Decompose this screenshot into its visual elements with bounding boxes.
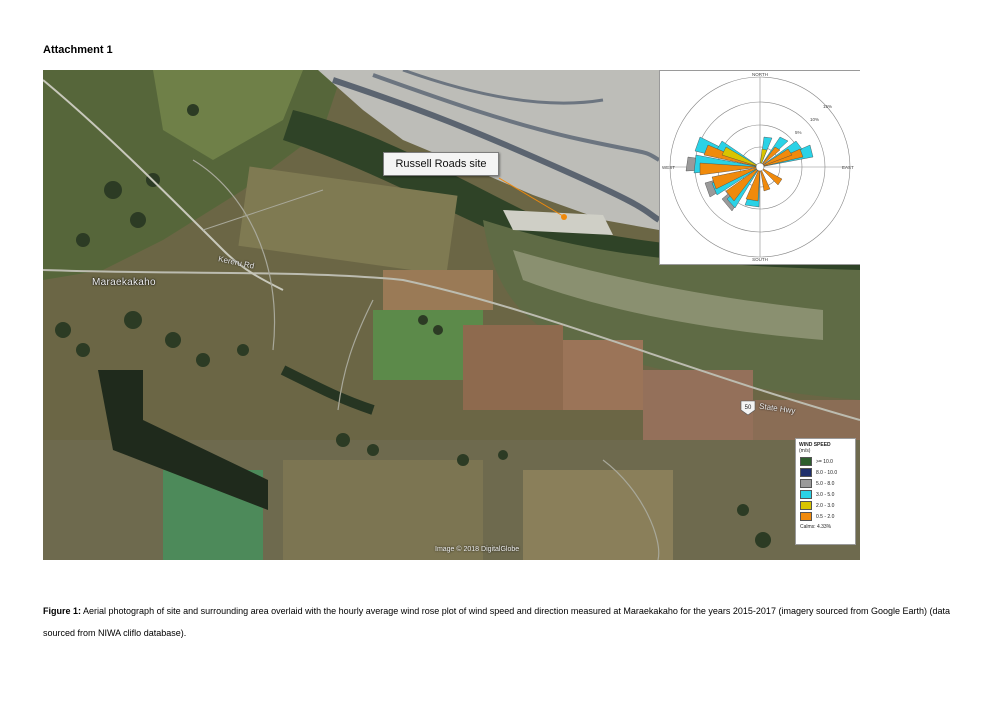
legend-item: 8.0 - 10.0 — [796, 467, 855, 478]
legend-item: 5.0 - 8.0 — [796, 478, 855, 489]
legend-label: 0.5 - 2.0 — [816, 513, 835, 520]
legend-label: >= 10.0 — [816, 458, 833, 465]
wind-rose-plot: NORTH SOUTH EAST WEST 5% 10% 15% — [659, 70, 860, 265]
legend-label: 3.0 - 5.0 — [816, 491, 835, 498]
rose-west-label: WEST — [662, 165, 675, 170]
legend-label: 2.0 - 3.0 — [816, 502, 835, 509]
legend-calms: Calms: 4.33% — [800, 524, 832, 530]
aerial-photograph: 50 Russell Roads site Maraekakaho Kereru… — [43, 70, 860, 560]
legend-swatch — [800, 468, 812, 477]
caption-text: Aerial photograph of site and surroundin… — [43, 606, 951, 638]
image-credit: Image © 2018 DigitalGlobe — [435, 546, 520, 553]
legend-item: >= 10.0 — [796, 456, 855, 467]
legend-swatch — [800, 457, 812, 466]
site-label: Russell Roads site — [383, 152, 499, 176]
figure-caption: Figure 1: Aerial photograph of site and … — [43, 600, 973, 644]
rose-ring-15-label: 15% — [823, 104, 832, 109]
rose-north-label: NORTH — [752, 72, 768, 77]
highway-shield-number: 50 — [745, 405, 752, 411]
legend-label: 5.0 - 8.0 — [816, 480, 835, 487]
legend-item: 0.5 - 2.0 — [796, 511, 855, 522]
legend-item: 3.0 - 5.0 — [796, 489, 855, 500]
legend-swatch — [800, 501, 812, 510]
rose-ring-10-label: 10% — [810, 117, 819, 122]
rose-ring-5-label: 5% — [795, 130, 802, 135]
legend-item: 2.0 - 3.0 — [796, 500, 855, 511]
legend-unit: (m/s) — [799, 448, 811, 454]
legend-swatch — [800, 479, 812, 488]
legend-swatch — [800, 490, 812, 499]
caption-label: Figure 1: — [43, 606, 82, 616]
wind-speed-legend: WIND SPEED (m/s) >= 10.0 8.0 - 10.0 5.0 … — [795, 438, 856, 545]
legend-label: 8.0 - 10.0 — [816, 469, 838, 476]
rose-east-label: EAST — [842, 165, 854, 170]
attachment-heading: Attachment 1 — [43, 44, 113, 56]
town-label: Maraekakaho — [92, 277, 156, 288]
rose-south-label: SOUTH — [752, 257, 768, 262]
legend-swatch — [800, 512, 812, 521]
legend-title: WIND SPEED — [799, 442, 831, 448]
wind-rose-graphic: NORTH SOUTH EAST WEST 5% 10% 15% — [662, 72, 854, 262]
